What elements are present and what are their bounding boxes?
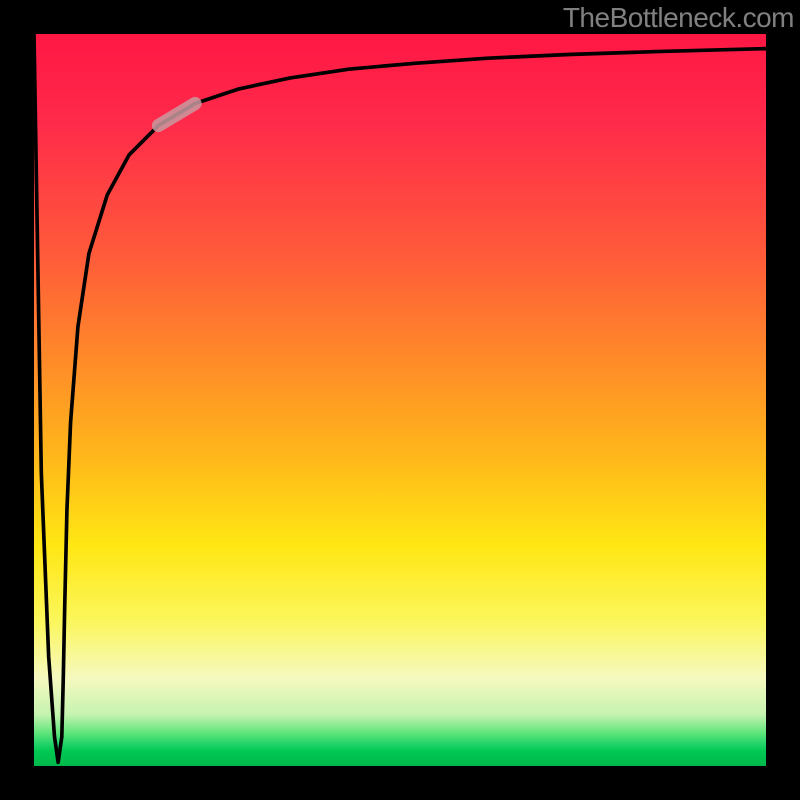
chart-frame: TheBottleneck.com bbox=[0, 0, 800, 800]
plot-area bbox=[34, 34, 766, 766]
highlight-segment bbox=[158, 104, 195, 126]
watermark-text: TheBottleneck.com bbox=[563, 2, 794, 34]
main-curve bbox=[34, 34, 766, 762]
curve-layer bbox=[34, 34, 766, 766]
